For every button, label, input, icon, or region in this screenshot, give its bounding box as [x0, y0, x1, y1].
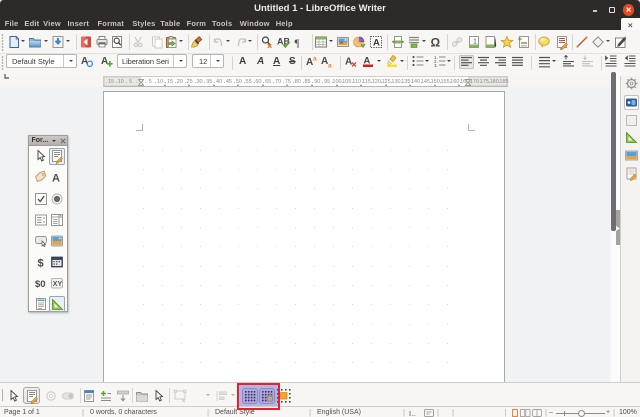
- svg-text:a: a: [313, 56, 317, 63]
- svg-text:a: a: [328, 63, 332, 70]
- svg-text:¶: ¶: [295, 37, 300, 49]
- svg-text:A: A: [373, 37, 380, 48]
- svg-text:1: 1: [473, 38, 477, 45]
- svg-text:XY: XY: [53, 281, 63, 288]
- svg-text:3.: 3.: [434, 63, 438, 68]
- svg-text:Ω: Ω: [431, 35, 441, 49]
- svg-text:A: A: [52, 173, 60, 185]
- svg-text:A: A: [101, 56, 108, 67]
- svg-text:A: A: [345, 57, 352, 68]
- svg-text:$0: $0: [35, 279, 46, 290]
- svg-text:$: $: [37, 257, 43, 269]
